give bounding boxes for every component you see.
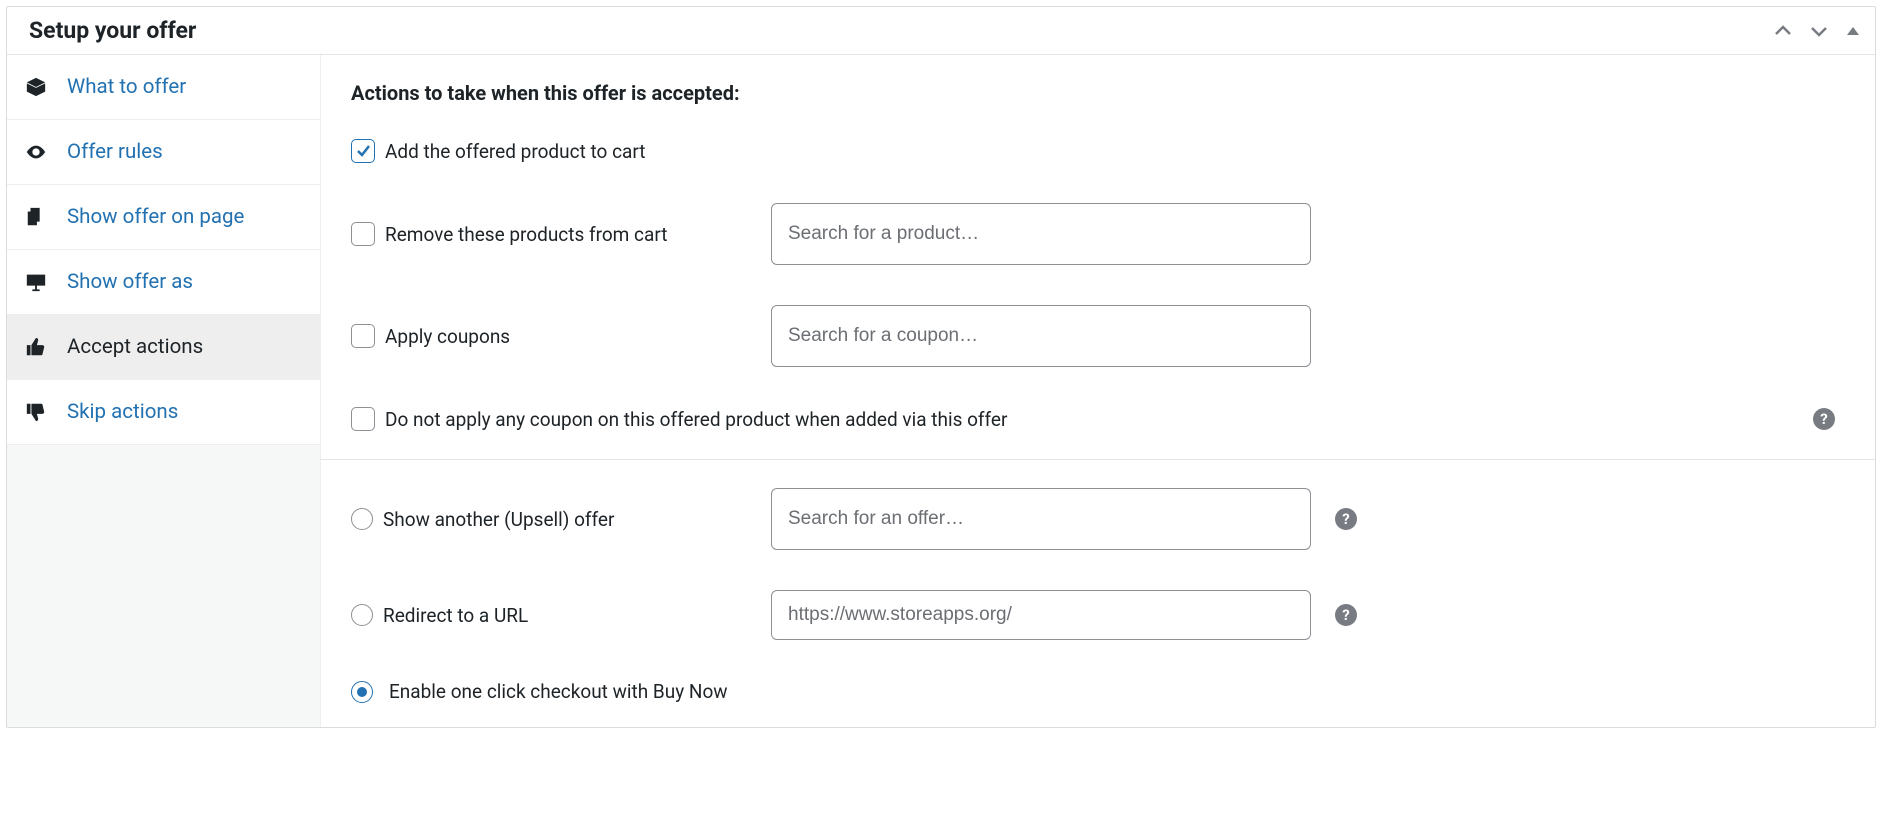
panel-title: Setup your offer [29, 17, 196, 44]
help-icon[interactable]: ? [1335, 604, 1357, 626]
help-icon[interactable]: ? [1335, 508, 1357, 530]
tab-label: What to offer [67, 75, 186, 99]
search-offer-input[interactable] [771, 488, 1311, 550]
content-area: Actions to take when this offer is accep… [321, 55, 1875, 727]
tab-show-on-page[interactable]: Show offer on page [7, 185, 320, 250]
pages-icon [25, 206, 47, 228]
checkbox-apply-coupons[interactable] [351, 324, 375, 348]
monitor-icon [25, 271, 47, 293]
checkbox-add-to-cart[interactable] [351, 139, 375, 163]
box-icon [25, 76, 47, 98]
label-redirect: Redirect to a URL [383, 604, 528, 627]
tab-label: Accept actions [67, 335, 203, 359]
tab-what-to-offer[interactable]: What to offer [7, 55, 320, 120]
search-product-input[interactable] [771, 203, 1311, 265]
row-one-click: Enable one click checkout with Buy Now [351, 680, 1845, 703]
tab-label: Show offer as [67, 270, 193, 294]
row-redirect: Redirect to a URL ? [351, 590, 1845, 640]
panel-controls [1773, 21, 1861, 41]
setup-offer-panel: Setup your offer What to offer Offer rul… [6, 6, 1876, 728]
tab-skip-actions[interactable]: Skip actions [7, 380, 320, 445]
sidebar: What to offer Offer rules Show offer on … [7, 55, 321, 727]
search-coupon-input[interactable] [771, 305, 1311, 367]
help-icon[interactable]: ? [1813, 408, 1835, 430]
label-remove-products: Remove these products from cart [385, 223, 667, 246]
row-no-coupon: Do not apply any coupon on this offered … [351, 407, 1845, 431]
tab-offer-rules[interactable]: Offer rules [7, 120, 320, 185]
row-upsell: Show another (Upsell) offer ? [351, 488, 1845, 550]
radio-one-click[interactable] [351, 681, 373, 703]
panel-header: Setup your offer [7, 7, 1875, 55]
move-up-icon[interactable] [1773, 21, 1793, 41]
label-add-to-cart: Add the offered product to cart [385, 140, 645, 163]
thumbs-down-icon [25, 401, 47, 423]
tab-label: Offer rules [67, 140, 163, 164]
checkbox-no-coupon[interactable] [351, 407, 375, 431]
tab-show-offer-as[interactable]: Show offer as [7, 250, 320, 315]
label-upsell: Show another (Upsell) offer [383, 508, 614, 531]
radio-upsell[interactable] [351, 508, 373, 530]
radio-redirect[interactable] [351, 604, 373, 626]
label-one-click: Enable one click checkout with Buy Now [389, 680, 728, 703]
divider [321, 459, 1875, 460]
section-heading: Actions to take when this offer is accep… [351, 81, 1845, 105]
collapse-icon[interactable] [1845, 23, 1861, 39]
label-no-coupon: Do not apply any coupon on this offered … [385, 408, 1007, 431]
tab-accept-actions[interactable]: Accept actions [7, 315, 320, 380]
label-apply-coupons: Apply coupons [385, 325, 510, 348]
tab-label: Show offer on page [67, 205, 244, 229]
redirect-url-input[interactable] [771, 590, 1311, 640]
checkbox-remove-products[interactable] [351, 222, 375, 246]
move-down-icon[interactable] [1809, 21, 1829, 41]
row-remove-products: Remove these products from cart [351, 203, 1845, 265]
panel-body: What to offer Offer rules Show offer on … [7, 55, 1875, 727]
tab-label: Skip actions [67, 400, 178, 424]
thumbs-up-icon [25, 336, 47, 358]
eye-icon [25, 141, 47, 163]
row-add-to-cart: Add the offered product to cart [351, 139, 1845, 163]
row-apply-coupons: Apply coupons [351, 305, 1845, 367]
